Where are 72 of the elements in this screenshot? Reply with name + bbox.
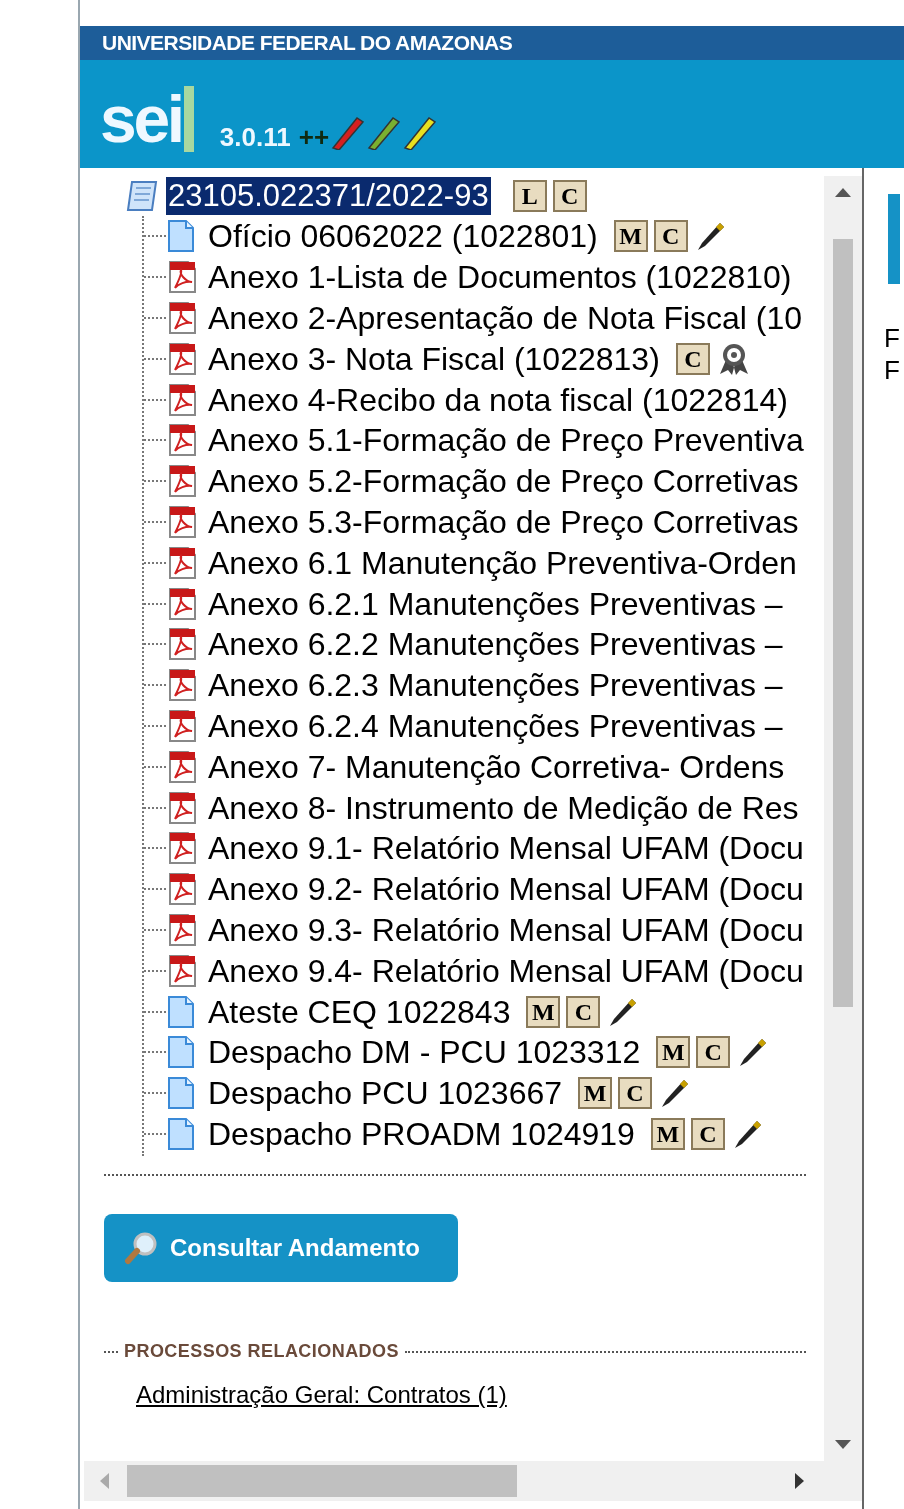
- document-link[interactable]: Anexo 6.2.1 Manutenções Preventivas –: [208, 584, 783, 623]
- document-link[interactable]: Anexo 9.2- Relatório Mensal UFAM (Docu: [208, 870, 804, 909]
- version-label: 3.0.11: [219, 124, 291, 150]
- panel-text: F: [884, 322, 901, 354]
- document-link[interactable]: Anexo 4-Recibo da nota fiscal (1022814): [208, 380, 788, 419]
- pdf-icon: [166, 872, 198, 907]
- marker-button[interactable]: C: [696, 1036, 731, 1069]
- pdf-icon: [166, 341, 198, 376]
- pdf-icon: [166, 260, 198, 295]
- marker-button[interactable]: M: [578, 1077, 612, 1110]
- institution-name: UNIVERSIDADE FEDERAL DO AMAZONAS: [102, 30, 513, 57]
- document-link[interactable]: Anexo 5.2-Formação de Preço Corretivas: [208, 462, 799, 501]
- process-number[interactable]: 23105.022371/2022-93: [166, 177, 491, 215]
- document-link[interactable]: Anexo 6.2.4 Manutenções Preventivas –: [208, 706, 783, 745]
- document-link[interactable]: Anexo 1-Lista de Documentos (1022810): [208, 258, 792, 297]
- document-link[interactable]: Anexo 6.2.3 Manutenções Preventivas –: [208, 666, 783, 705]
- marker-button[interactable]: C: [675, 342, 710, 375]
- pdf-icon: [166, 668, 198, 703]
- document-icon: [166, 1116, 196, 1151]
- document-link[interactable]: Ateste CEQ 1022843: [208, 992, 511, 1031]
- pdf-icon: [166, 953, 198, 988]
- marker-button[interactable]: C: [566, 995, 601, 1028]
- horizontal-scrollbar[interactable]: [84, 1461, 862, 1501]
- document-link[interactable]: Anexo 2-Apresentação de Nota Fiscal (10: [208, 299, 803, 337]
- pdf-icon: [166, 790, 198, 825]
- marker-button[interactable]: C: [690, 1117, 725, 1150]
- pdf-icon: [166, 586, 198, 621]
- document-link[interactable]: Anexo 9.1- Relatório Mensal UFAM (Docu: [208, 829, 804, 868]
- document-link[interactable]: Despacho PCU 1023667: [208, 1074, 562, 1113]
- marker-button[interactable]: M: [650, 1117, 685, 1150]
- document-link[interactable]: Anexo 5.3-Formação de Preço Corretivas: [208, 502, 799, 541]
- marker-button[interactable]: C: [552, 180, 587, 212]
- document-link[interactable]: Anexo 3- Nota Fiscal (1022813): [208, 339, 660, 378]
- document-link[interactable]: Anexo 9.4- Relatório Mensal UFAM (Docu: [208, 951, 804, 990]
- document-link[interactable]: Anexo 8- Instrumento de Medição de Res: [208, 788, 799, 827]
- document-link[interactable]: Anexo 7- Manutenção Corretiva- Ordens: [208, 747, 785, 786]
- logo: sei: [100, 86, 194, 152]
- marker-button[interactable]: M: [613, 220, 648, 253]
- pdf-icon: [166, 504, 198, 539]
- pdf-icon: [166, 423, 198, 458]
- process-icon: [124, 178, 160, 214]
- pdf-icon: [166, 382, 198, 417]
- marker-button[interactable]: C: [618, 1077, 652, 1110]
- document-link[interactable]: Despacho PROADM 1024919: [208, 1114, 635, 1153]
- pdf-icon: [166, 545, 198, 580]
- pdf-icon: [166, 301, 198, 335]
- document-icon: [166, 994, 196, 1029]
- document-icon: [166, 1035, 196, 1070]
- marker-button[interactable]: M: [526, 995, 561, 1028]
- pdf-icon: [166, 708, 198, 743]
- document-icon: [166, 219, 196, 254]
- pdf-icon: [166, 831, 198, 866]
- marker-button[interactable]: M: [656, 1036, 691, 1069]
- pdf-icon: [166, 912, 198, 947]
- pdf-icon: [166, 464, 198, 499]
- pdf-icon: [166, 627, 198, 662]
- document-link[interactable]: Ofício 06062022 (1022801): [208, 217, 598, 256]
- document-icon: [166, 1076, 196, 1111]
- marker-button[interactable]: C: [653, 220, 688, 253]
- consult-button[interactable]: Consultar Andamento: [104, 1214, 458, 1283]
- document-link[interactable]: Anexo 6.1 Manutenção Preventiva-Orden: [208, 543, 797, 582]
- document-link[interactable]: Anexo 9.3- Relatório Mensal UFAM (Docu: [208, 910, 804, 949]
- pdf-icon: [166, 749, 198, 784]
- related-process-link[interactable]: Administração Geral: Contratos (1): [136, 1377, 507, 1414]
- version-suffix: ++: [298, 124, 330, 150]
- document-link[interactable]: Despacho DM - PCU 1023312: [208, 1033, 641, 1072]
- panel-text: F: [884, 354, 901, 386]
- marker-button[interactable]: L: [512, 180, 547, 212]
- vertical-scrollbar[interactable]: [824, 176, 862, 1461]
- document-link[interactable]: Anexo 5.1-Formação de Preço Preventiva: [208, 421, 804, 460]
- section-heading: PROCESSOS RELACIONADOS: [124, 1340, 399, 1364]
- document-link[interactable]: Anexo 6.2.2 Manutenções Preventivas –: [208, 625, 783, 664]
